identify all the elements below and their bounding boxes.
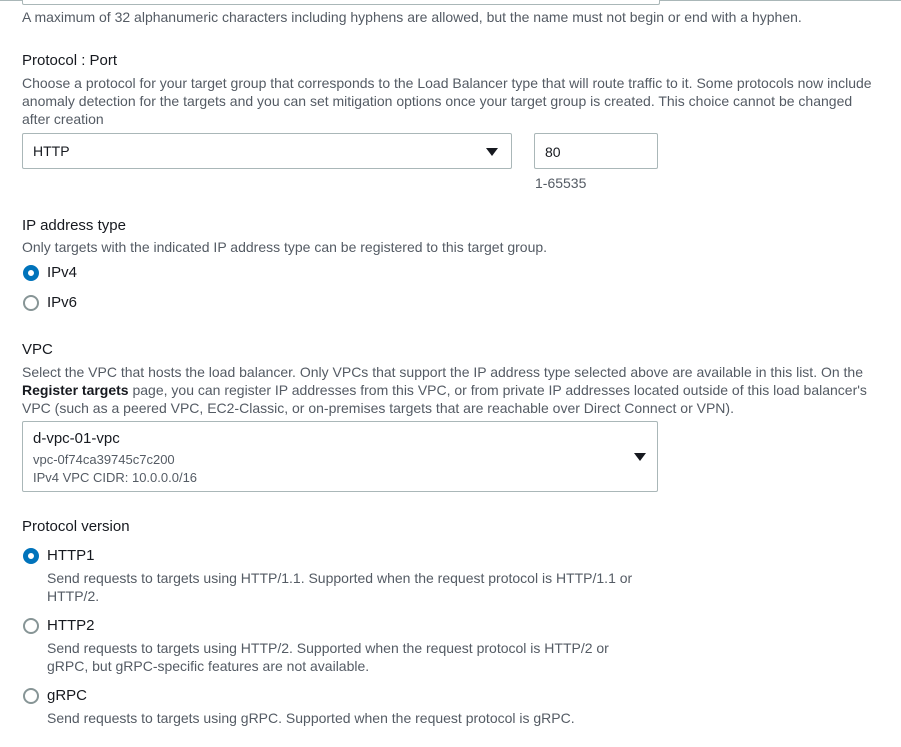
protocol-port-description: Choose a protocol for your target group …	[22, 75, 872, 127]
port-range-hint: 1-65535	[535, 175, 587, 191]
port-input[interactable]: 80	[534, 133, 658, 169]
radio-http1-description: Send requests to targets using HTTP/1.1.…	[47, 570, 633, 604]
ip-address-type-label: IP address type	[22, 217, 126, 234]
radio-http2-label: HTTP2	[47, 617, 95, 634]
caret-down-icon	[634, 453, 646, 461]
radio-grpc-description: Send requests to targets using gRPC. Sup…	[47, 710, 575, 726]
radio-selected-icon	[23, 548, 39, 564]
vpc-description: Select the VPC that hosts the load balan…	[22, 364, 867, 416]
vpc-label: VPC	[22, 341, 53, 358]
radio-unselected-icon	[23, 688, 39, 704]
vpc-select-cidr: IPv4 VPC CIDR: 10.0.0.0/16	[33, 470, 198, 485]
radio-ipv4-label: IPv4	[47, 264, 78, 281]
ip-address-type-description: Only targets with the indicated IP addre…	[22, 239, 548, 255]
register-targets-emphasis: Register targets	[22, 382, 129, 398]
radio-http2[interactable]: HTTP2 Send requests to targets using HTT…	[22, 617, 652, 675]
port-input-value: 80	[545, 144, 561, 160]
vpc-select-id: vpc-0f74ca39745c7c200	[33, 452, 175, 467]
radio-unselected-icon	[23, 618, 39, 634]
radio-grpc[interactable]: gRPC Send requests to targets using gRPC…	[22, 687, 652, 727]
name-constraint-hint: A maximum of 32 alphanumeric characters …	[22, 9, 802, 25]
vpc-select[interactable]: d-vpc-01-vpc vpc-0f74ca39745c7c200 IPv4 …	[22, 421, 658, 492]
radio-http1-label: HTTP1	[47, 547, 95, 564]
radio-ipv6-label: IPv6	[47, 294, 78, 311]
radio-ipv4[interactable]: IPv4	[22, 264, 142, 284]
radio-ipv6[interactable]: IPv6	[22, 294, 142, 314]
protocol-version-label: Protocol version	[22, 518, 130, 535]
radio-unselected-icon	[23, 295, 39, 311]
caret-down-icon	[486, 148, 498, 156]
protocol-select-value: HTTP	[33, 143, 70, 159]
protocol-port-label: Protocol : Port	[22, 52, 118, 69]
radio-http1[interactable]: HTTP1 Send requests to targets using HTT…	[22, 547, 642, 605]
protocol-select[interactable]: HTTP	[22, 133, 512, 169]
radio-selected-icon	[23, 265, 39, 281]
radio-http2-description: Send requests to targets using HTTP/2. S…	[47, 640, 609, 674]
target-group-name-input[interactable]	[22, 0, 660, 5]
vpc-select-name: d-vpc-01-vpc	[33, 430, 120, 447]
radio-grpc-label: gRPC	[47, 687, 88, 704]
